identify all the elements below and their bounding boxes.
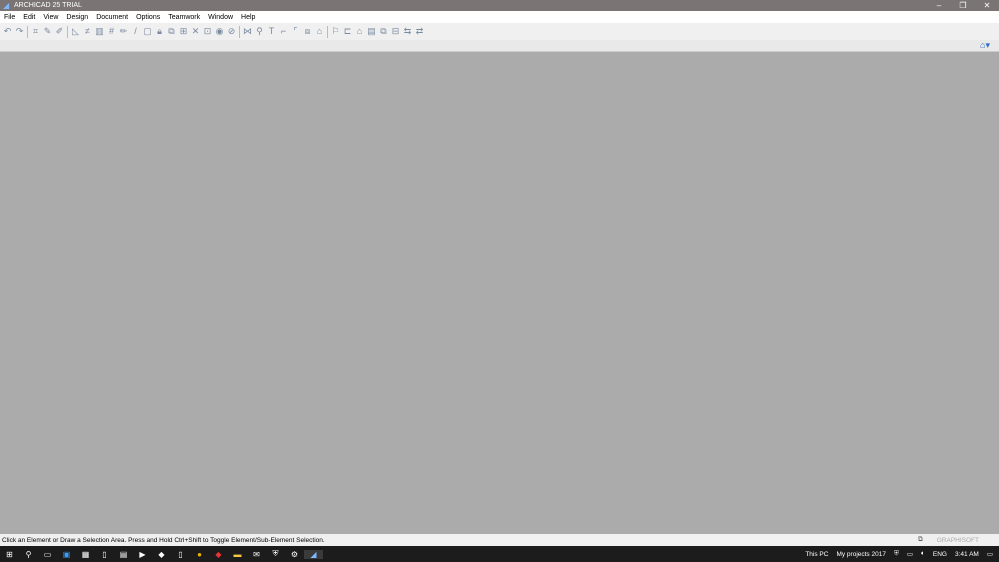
notification-icon[interactable]: ▭ [987,550,993,558]
eyedropper-icon[interactable]: ✎ [43,27,52,36]
language-indicator[interactable]: ENG [933,551,947,558]
elevation-icon[interactable]: ⌂ [355,27,364,36]
pen-icon[interactable]: / [131,27,140,36]
menu-edit[interactable]: Edit [19,14,39,21]
menu-options[interactable]: Options [132,14,164,21]
archicad-taskbar-icon[interactable]: ◢ [304,549,323,559]
status-message: Click an Element or Draw a Selection Are… [2,536,325,544]
drawing-canvas[interactable] [0,52,999,534]
separator [239,25,240,38]
menu-help[interactable]: Help [237,14,259,21]
volume-icon[interactable]: 🔈︎ [921,550,925,558]
media-icon[interactable]: ▶ [133,550,152,559]
separator [67,25,68,38]
folder-toolbar[interactable]: My projects 2017 [836,551,886,558]
undo-icon[interactable]: ↶ [3,27,12,36]
menu-file[interactable]: File [0,14,19,21]
store-icon[interactable]: ▤ [114,550,133,559]
app-icon[interactable]: ◆ [152,550,171,559]
calculator-icon[interactable]: ▦ [76,550,95,559]
offset-icon[interactable]: ⧈ [303,27,312,36]
guide-lines-icon[interactable]: ≠ [83,27,92,36]
menu-document[interactable]: Document [92,14,132,21]
mirror-icon[interactable]: ✕ [191,27,200,36]
windows-taskbar: ⊞ ⚲ ▭ ▣ ▦ ▯ ▤ ▶ ◆ ▯ ● ◆ ▬ ✉ ⛨ ⚙ ◢ This P… [0,546,999,562]
teamwork-icon[interactable]: ⊟ [391,27,400,36]
this-pc-toolbar[interactable]: This PC [805,551,828,558]
ruler-icon[interactable]: ◺ [71,27,80,36]
view-3d-icon[interactable]: ◉ [215,27,224,36]
house-icon[interactable]: ⌂ [315,27,324,36]
dimension-icon[interactable]: ⌐ [279,27,288,36]
menu-bar: File Edit View Design Document Options T… [0,11,999,23]
mail-icon[interactable]: ✉ [247,550,266,559]
window-title: ARCHICAD 25 TRIAL [14,2,82,9]
zoom-icon[interactable]: ⚲ [255,27,264,36]
send-icon[interactable]: ⇆ [403,27,412,36]
minimize-button[interactable]: – [927,0,951,11]
status-bar: Click an Element or Draw a Selection Are… [0,534,999,546]
pdf-icon[interactable]: ◆ [209,550,228,559]
menu-design[interactable]: Design [62,14,92,21]
render-icon[interactable]: ⊘ [227,27,236,36]
distribute-icon[interactable]: ⊡ [203,27,212,36]
publish-icon[interactable]: ⧉ [379,27,388,36]
fillet-icon[interactable]: ⌜ [291,27,300,36]
trim-icon[interactable]: ⋈ [243,27,252,36]
lock-icon[interactable]: 🔒︎ [155,27,164,36]
restore-button[interactable]: ❐ [951,0,975,11]
view-options-icon[interactable]: ⌂▾ [977,41,993,50]
flag-icon[interactable]: ⚐ [331,27,340,36]
group-icon[interactable]: ⧉ [167,27,176,36]
graphisoft-brand: GRAPHISOFT [936,536,979,544]
file-icon[interactable]: ▯ [171,550,190,559]
archicad-logo-icon: ◢ [3,0,10,10]
network-icon[interactable]: ▭ [907,550,913,558]
align-icon[interactable]: ⊞ [179,27,188,36]
document-icon[interactable]: ▯ [95,550,114,559]
section-icon[interactable]: ⊏ [343,27,352,36]
redo-icon[interactable]: ↷ [15,27,24,36]
menu-teamwork[interactable]: Teamwork [164,14,204,21]
layers-icon[interactable]: ▥ [95,27,104,36]
frame-icon[interactable]: ▢ [143,27,152,36]
window-icon[interactable]: ⧉ [918,536,923,544]
menu-view[interactable]: View [39,14,62,21]
search-icon[interactable]: ⚲ [19,550,38,559]
title-bar: ◢ ARCHICAD 25 TRIAL – ❐ ✕ [0,0,999,11]
layout-icon[interactable]: ▤ [367,27,376,36]
security-icon[interactable]: ⛨ [266,549,285,559]
shield-icon[interactable]: ⛨ [894,550,899,558]
pencil-icon[interactable]: ✏ [119,27,128,36]
separator [27,25,28,38]
grid-icon[interactable]: # [107,27,116,36]
chrome-icon[interactable]: ● [190,550,209,559]
file-explorer-icon[interactable]: ▬ [228,550,247,559]
task-view-icon[interactable]: ▭ [38,550,57,559]
text-icon[interactable]: T [267,27,276,36]
pick-up-icon[interactable]: ⌗ [31,27,40,36]
receive-icon[interactable]: ⇄ [415,27,424,36]
separator [327,25,328,38]
close-button[interactable]: ✕ [975,0,999,11]
standard-toolbar: ↶ ↷ ⌗ ✎ ✐ ◺ ≠ ▥ # ✏ / ▢ 🔒︎ ⧉ ⊞ ✕ ⊡ ◉ ⊘ ⋈… [0,23,999,40]
secondary-toolbar: ⌂▾ [0,40,999,52]
clock[interactable]: 3:41 AM [955,551,979,558]
menu-window[interactable]: Window [204,14,237,21]
syringe-icon[interactable]: ✐ [55,27,64,36]
photoshop-icon[interactable]: ▣ [57,550,76,559]
start-icon[interactable]: ⊞ [0,550,19,559]
settings-icon[interactable]: ⚙ [285,550,304,559]
